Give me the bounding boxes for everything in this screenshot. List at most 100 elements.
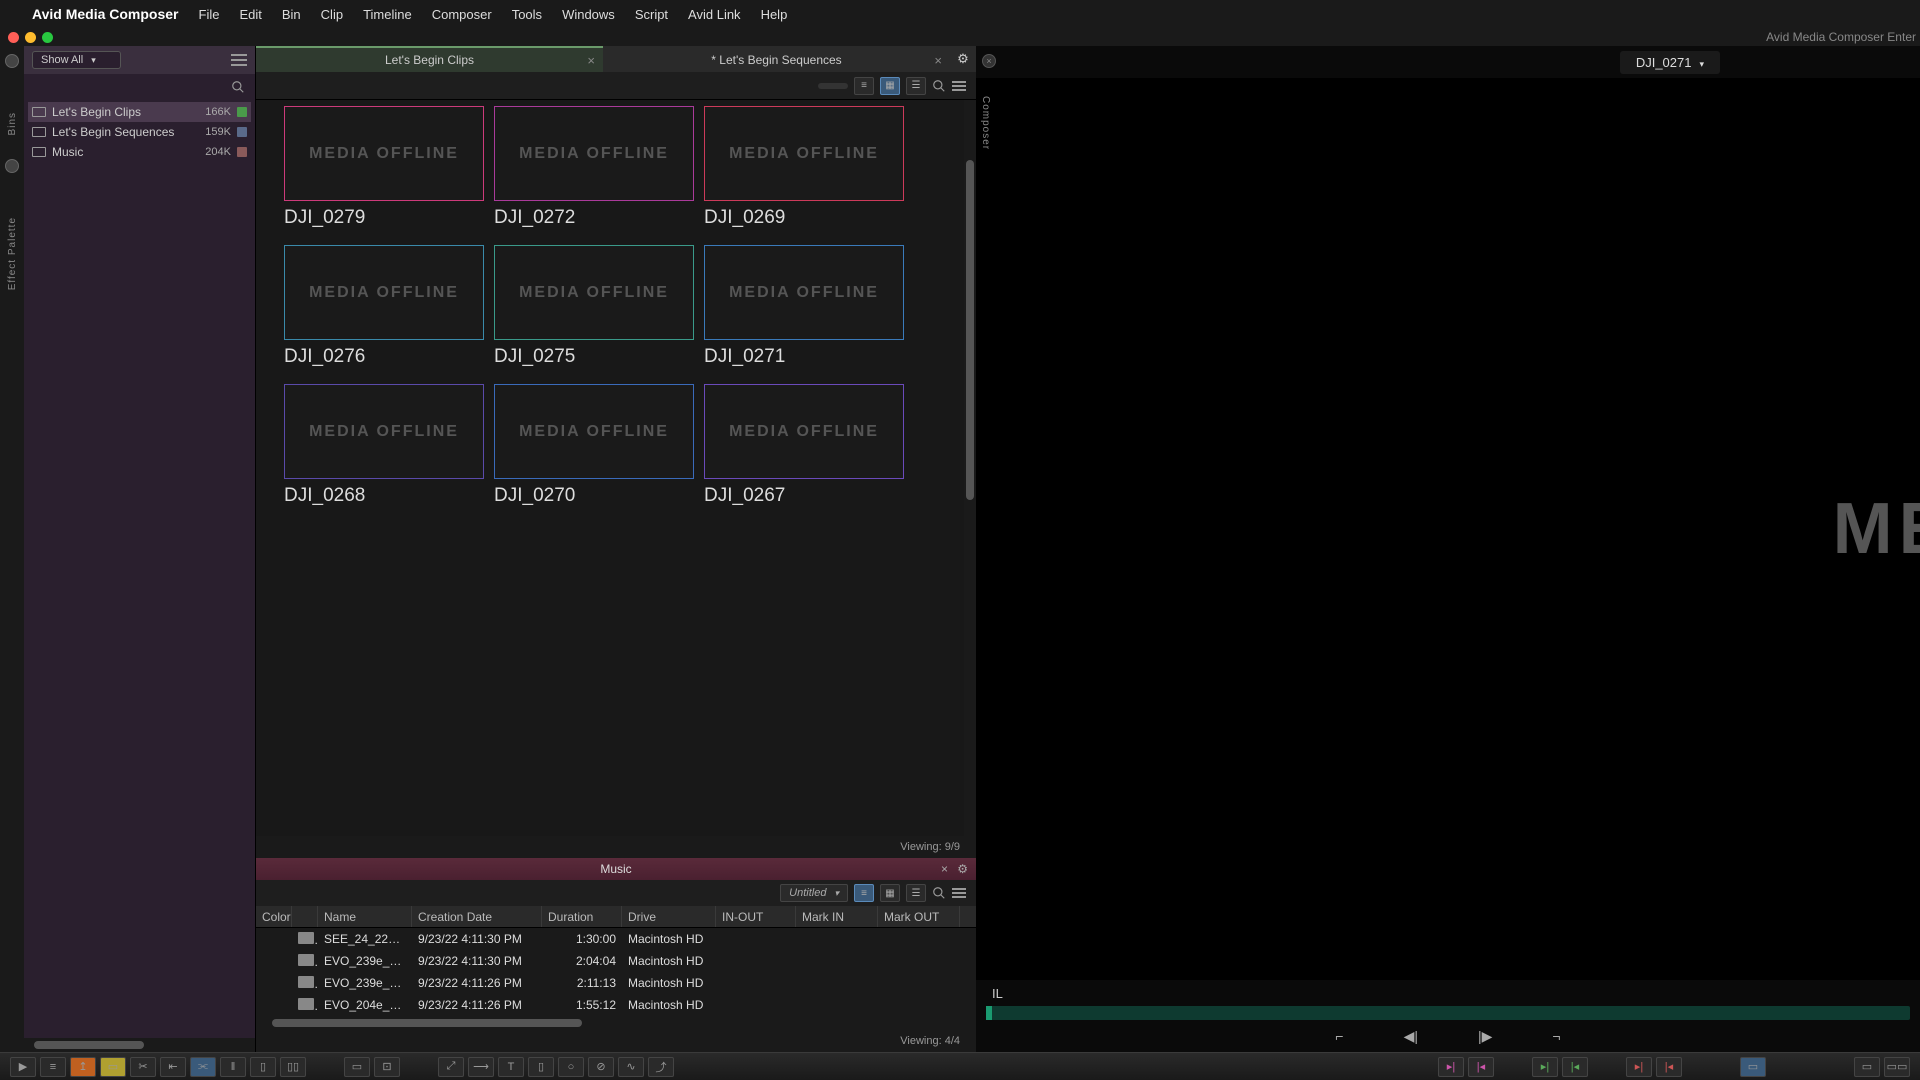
clip-thumbnail[interactable]: MEDIA OFFLINE: [494, 106, 694, 201]
clip-card[interactable]: MEDIA OFFLINEDJI_0272: [494, 106, 694, 229]
clip-thumbnail[interactable]: MEDIA OFFLINE: [284, 245, 484, 340]
search-icon[interactable]: [932, 79, 946, 93]
col-inout[interactable]: IN-OUT: [716, 906, 796, 927]
tool-marker-icon[interactable]: ○: [558, 1057, 584, 1077]
tool-cut-icon[interactable]: ✂: [130, 1057, 156, 1077]
tool-trim-right-green-icon[interactable]: |◂: [1562, 1057, 1588, 1077]
clips-vscroll[interactable]: [964, 100, 976, 836]
search-icon[interactable]: [231, 80, 245, 94]
sidebar-menu-icon[interactable]: [231, 54, 247, 66]
tool-split-icon[interactable]: ‖: [220, 1057, 246, 1077]
composer-position-bar[interactable]: [986, 1006, 1910, 1020]
menu-tools[interactable]: Tools: [512, 7, 542, 22]
step-back-icon[interactable]: ◀|: [1404, 1028, 1418, 1045]
tool-monitor-icon[interactable]: ▭: [344, 1057, 370, 1077]
bin-menu-icon[interactable]: [952, 81, 966, 91]
clip-thumbnail[interactable]: MEDIA OFFLINE: [494, 245, 694, 340]
clip-card[interactable]: MEDIA OFFLINEDJI_0279: [284, 106, 484, 229]
tab-clips[interactable]: Let's Begin Clips ×: [256, 46, 603, 72]
tool-trim-left-red-icon[interactable]: ▸|: [1626, 1057, 1652, 1077]
music-bin-header[interactable]: Music × ⚙: [256, 858, 976, 880]
tool-transition-icon[interactable]: ⟶: [468, 1057, 494, 1077]
tool-single-monitor-icon[interactable]: ▭: [1854, 1057, 1880, 1077]
bin-item-clips[interactable]: Let's Begin Clips 166K: [28, 102, 251, 122]
tool-trim-a-icon[interactable]: ⇤: [160, 1057, 186, 1077]
composer-viewer[interactable]: MEDIA O: [976, 78, 1920, 980]
effect-palette-vlabel[interactable]: Effect Palette: [7, 217, 18, 290]
tool-view-icon[interactable]: ▭: [1740, 1057, 1766, 1077]
gear-icon[interactable]: ⚙: [957, 862, 968, 876]
clip-thumbnail[interactable]: MEDIA OFFLINE: [494, 384, 694, 479]
menu-composer[interactable]: Composer: [432, 7, 492, 22]
table-row[interactable]: SEE_24_22_Resis...9/23/22 4:11:30 PM1:30…: [256, 928, 976, 950]
clip-thumbnail[interactable]: MEDIA OFFLINE: [284, 384, 484, 479]
play-icon[interactable]: |▶: [1478, 1028, 1492, 1045]
close-icon[interactable]: ×: [982, 54, 996, 68]
clip-card[interactable]: MEDIA OFFLINEDJI_0270: [494, 384, 694, 507]
tool-hamburger-icon[interactable]: ≡: [40, 1057, 66, 1077]
col-drive[interactable]: Drive: [622, 906, 716, 927]
clip-card[interactable]: MEDIA OFFLINEDJI_0268: [284, 384, 484, 507]
clip-card[interactable]: MEDIA OFFLINEDJI_0267: [704, 384, 904, 507]
tool-trim-right-red-icon[interactable]: |◂: [1656, 1057, 1682, 1077]
bin-menu-icon[interactable]: [952, 888, 966, 898]
tool-clip-icon[interactable]: ▯: [528, 1057, 554, 1077]
clip-thumbnail[interactable]: MEDIA OFFLINE: [284, 106, 484, 201]
menu-clip[interactable]: Clip: [321, 7, 343, 22]
menu-timeline[interactable]: Timeline: [363, 7, 412, 22]
tool-insert-icon[interactable]: ▯▯: [280, 1057, 306, 1077]
col-color[interactable]: Color: [256, 906, 292, 927]
tool-overwrite-icon[interactable]: ▯: [250, 1057, 276, 1077]
close-icon[interactable]: ×: [941, 862, 948, 876]
script-view-icon[interactable]: ☰: [906, 77, 926, 95]
tab-sequences[interactable]: * Let's Begin Sequences ×: [603, 46, 950, 72]
clip-thumbnail[interactable]: MEDIA OFFLINE: [704, 106, 904, 201]
tool-title-icon[interactable]: T: [498, 1057, 524, 1077]
clip-card[interactable]: MEDIA OFFLINEDJI_0271: [704, 245, 904, 368]
col-markout[interactable]: Mark OUT: [878, 906, 960, 927]
tool-extract-icon[interactable]: ▭: [100, 1057, 126, 1077]
music-hscroll[interactable]: [256, 1016, 976, 1030]
col-name[interactable]: Name: [318, 906, 412, 927]
menu-avidlink[interactable]: Avid Link: [688, 7, 741, 22]
tool-trim-left-green-icon[interactable]: ▸|: [1532, 1057, 1558, 1077]
col-creation-date[interactable]: Creation Date: [412, 906, 542, 927]
clip-thumbnail[interactable]: MEDIA OFFLINE: [704, 245, 904, 340]
panel-toggle-icon[interactable]: [5, 159, 19, 173]
tool-dual-monitor-icon[interactable]: ▭▭: [1884, 1057, 1910, 1077]
clip-card[interactable]: MEDIA OFFLINEDJI_0275: [494, 245, 694, 368]
bins-vlabel[interactable]: Bins: [7, 112, 18, 135]
text-view-icon[interactable]: ≡: [854, 884, 874, 902]
maximize-window-icon[interactable]: [42, 32, 53, 43]
close-window-icon[interactable]: [8, 32, 19, 43]
show-all-dropdown[interactable]: Show All: [32, 51, 121, 69]
menu-windows[interactable]: Windows: [562, 7, 615, 22]
zoom-slider[interactable]: [818, 83, 848, 89]
tool-segment-icon[interactable]: ▶: [10, 1057, 36, 1077]
menu-help[interactable]: Help: [761, 7, 788, 22]
menu-bin[interactable]: Bin: [282, 7, 301, 22]
tool-sync-lock-right-icon[interactable]: |◂: [1468, 1057, 1494, 1077]
close-icon[interactable]: ×: [587, 53, 595, 68]
col-duration[interactable]: Duration: [542, 906, 622, 927]
panel-toggle-icon[interactable]: [5, 54, 19, 68]
tool-disable-icon[interactable]: ⊘: [588, 1057, 614, 1077]
tool-keyframe-icon[interactable]: ∿: [618, 1057, 644, 1077]
table-row[interactable]: EVO_204e_1_Bef...9/23/22 4:11:26 PM1:55:…: [256, 994, 976, 1016]
menu-file[interactable]: File: [199, 7, 220, 22]
clip-card[interactable]: MEDIA OFFLINEDJI_0269: [704, 106, 904, 229]
text-view-icon[interactable]: ≡: [854, 77, 874, 95]
col-markin[interactable]: Mark IN: [796, 906, 878, 927]
mark-in-icon[interactable]: ⌐: [1335, 1028, 1343, 1044]
minimize-window-icon[interactable]: [25, 32, 36, 43]
frame-view-icon[interactable]: ▦: [880, 77, 900, 95]
table-row[interactable]: EVO_239e_13_P...9/23/22 4:11:30 PM2:04:0…: [256, 950, 976, 972]
tool-link-icon[interactable]: ⫘: [190, 1057, 216, 1077]
bin-item-music[interactable]: Music 204K: [28, 142, 251, 162]
table-row[interactable]: EVO_239e_11_St...9/23/22 4:11:26 PM2:11:…: [256, 972, 976, 994]
search-icon[interactable]: [932, 886, 946, 900]
tool-lift-icon[interactable]: ↥: [70, 1057, 96, 1077]
tool-fade-icon[interactable]: ⤢: [438, 1057, 464, 1077]
bin-item-sequences[interactable]: Let's Begin Sequences 159K: [28, 122, 251, 142]
clip-card[interactable]: MEDIA OFFLINEDJI_0276: [284, 245, 484, 368]
